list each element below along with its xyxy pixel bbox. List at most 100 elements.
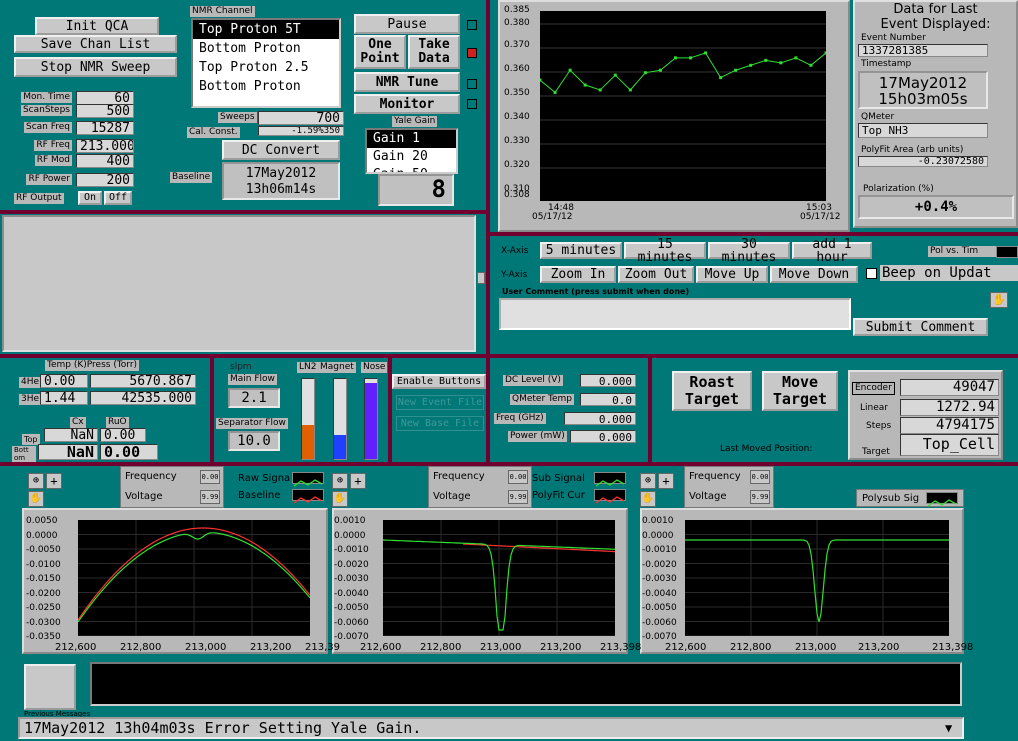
hand-icon[interactable]: ✋ xyxy=(990,292,1008,308)
polarization-display: +0.4% xyxy=(858,195,1014,219)
zoom-icon[interactable]: ⊕ xyxy=(640,473,656,489)
xaxis-add-hour-button[interactable]: add 1 hour xyxy=(792,238,872,264)
yaxis-move-up-button[interactable]: Move Up xyxy=(696,266,768,283)
trend-x-start-date: 05/17/12 xyxy=(532,212,573,222)
flow-units-label: slpm xyxy=(230,362,252,372)
param-value[interactable]: 60 xyxy=(76,91,134,105)
axis-format-icon[interactable]: 0.00 xyxy=(508,470,528,484)
legend-swatch xyxy=(594,489,626,504)
param-label: RF Mod xyxy=(34,155,72,166)
qmeter-info-value: 0.000 xyxy=(564,412,636,425)
yale-gain-item[interactable]: Gain 1 xyxy=(367,130,456,148)
take-data-button[interactable]: Take Data xyxy=(408,35,460,69)
nmr-tune-indicator xyxy=(467,79,477,89)
event-number-label: Event Number xyxy=(861,33,926,43)
one-point-button[interactable]: One Point xyxy=(354,35,406,69)
rf-on-button[interactable]: On xyxy=(78,191,102,205)
previous-messages-box[interactable] xyxy=(24,664,76,710)
trend-point xyxy=(598,88,602,92)
nmr-channel-item[interactable]: Top Proton 2.5 xyxy=(193,58,339,77)
nmr-channel-list[interactable]: Top Proton 5T Bottom Proton Top Proton 2… xyxy=(191,18,341,108)
hand-icon[interactable]: ✋ xyxy=(640,491,656,507)
graph3-y-tick: 0.0010 xyxy=(642,516,674,526)
divider-mid-left xyxy=(0,210,490,214)
param-value[interactable]: 500 xyxy=(76,104,134,118)
new-event-file-button[interactable]: New Event File xyxy=(396,395,484,410)
temp-3he-p: 42535.000 xyxy=(90,391,196,405)
qmeter-info-label: QMeter Temp xyxy=(510,394,574,405)
new-base-file-button[interactable]: New Base File xyxy=(396,416,484,431)
param-value[interactable]: 15287 xyxy=(76,121,134,135)
nmr-tune-button[interactable]: NMR Tune xyxy=(354,72,460,92)
axis-format-icon[interactable]: 9.99 xyxy=(508,490,528,504)
hand-icon[interactable]: ✋ xyxy=(332,491,348,507)
frequency-label: Frequency xyxy=(689,471,741,482)
param-value[interactable]: 213.000 xyxy=(76,139,134,153)
baseline-time: 13h06m14s xyxy=(245,182,317,197)
qmeter-info-label: DC Level (V) xyxy=(503,375,563,386)
rf-off-button[interactable]: Off xyxy=(104,191,132,205)
stop-nmr-sweep-button[interactable]: Stop NMR Sweep xyxy=(14,57,177,77)
status-dropdown-icon[interactable]: ▼ xyxy=(945,722,952,734)
divider-row2 xyxy=(0,354,1018,358)
voltage-label: Voltage xyxy=(125,491,163,502)
crosshair-icon[interactable]: + xyxy=(350,473,366,489)
axis-format-icon[interactable]: 0.00 xyxy=(200,470,220,484)
axis-format-icon[interactable]: 9.99 xyxy=(200,490,220,504)
param-label: ScanSteps xyxy=(20,105,72,116)
yaxis-zoom-out-button[interactable]: Zoom Out xyxy=(618,266,694,283)
timestamp-label: Timestamp xyxy=(861,59,912,69)
crosshair-icon[interactable]: + xyxy=(46,473,62,489)
nmr-channel-item[interactable]: Top Proton 5T xyxy=(193,20,339,39)
nmr-channel-item[interactable]: Bottom Proton xyxy=(193,39,339,58)
save-chan-list-button[interactable]: Save Chan List xyxy=(14,35,177,53)
dc-convert-button[interactable]: DC Convert xyxy=(222,140,340,160)
log-panel[interactable] xyxy=(2,215,476,352)
roast-target-button[interactable]: Roast Target xyxy=(672,371,752,411)
xaxis-5min-button[interactable]: 5 minutes xyxy=(540,242,622,259)
yale-gain-list[interactable]: Gain 1 Gain 20 Gain 50 xyxy=(365,128,458,174)
beep-checkbox[interactable] xyxy=(866,268,877,279)
legend-label: Sub Signal xyxy=(532,473,585,484)
xaxis-15min-button[interactable]: 15 minutes xyxy=(624,238,706,264)
trend-point xyxy=(553,90,557,94)
qmeter-label: QMeter xyxy=(861,112,895,122)
yaxis-label: Y-Axis xyxy=(501,270,528,280)
yaxis-move-down-button[interactable]: Move Down xyxy=(770,266,858,283)
log-scroll-handle[interactable] xyxy=(477,272,485,284)
axis-format-icon[interactable]: 9.99 xyxy=(750,490,770,504)
target-label: Target xyxy=(860,447,892,458)
submit-comment-button[interactable]: Submit Comment xyxy=(853,318,988,336)
enable-buttons-button[interactable]: Enable Buttons xyxy=(392,374,486,389)
yaxis-zoom-in-button[interactable]: Zoom In xyxy=(540,266,616,283)
move-target-button[interactable]: Move Target xyxy=(762,371,838,411)
legend-label: Raw Signa xyxy=(238,473,290,484)
monitor-button[interactable]: Monitor xyxy=(354,94,460,114)
trend-point xyxy=(613,73,617,77)
trend-point xyxy=(583,83,587,87)
nmr-channel-item[interactable]: Bottom Proton xyxy=(193,77,339,96)
param-value[interactable]: 400 xyxy=(76,154,134,168)
zoom-icon[interactable]: ⊕ xyxy=(28,473,44,489)
trend-y-tick: 0.330 xyxy=(504,136,530,146)
yale-gain-item[interactable]: Gain 20 xyxy=(367,148,456,166)
frequency-label: Frequency xyxy=(433,471,485,482)
axis-format-icon[interactable]: 0.00 xyxy=(750,470,770,484)
param-value[interactable]: 200 xyxy=(76,173,134,187)
xaxis-30min-button[interactable]: 30 minutes xyxy=(708,238,790,264)
divider-v-qmeter xyxy=(648,354,652,464)
crosshair-icon[interactable]: + xyxy=(658,473,674,489)
sep-flow-display: 10.0 xyxy=(228,431,280,451)
graph2-y-tick: -0.0020 xyxy=(334,559,369,570)
ruo-label: RuO xyxy=(106,417,129,428)
hand-icon[interactable]: ✋ xyxy=(28,491,44,507)
init-qca-button[interactable]: Init QCA xyxy=(35,17,159,35)
pause-button[interactable]: Pause xyxy=(354,14,460,34)
yale-gain-item[interactable]: Gain 50 xyxy=(367,166,456,172)
ln2-level-fill xyxy=(302,425,314,459)
zoom-icon[interactable]: ⊕ xyxy=(332,473,348,489)
magnet-level-bar xyxy=(333,378,347,460)
legend-label: Polysub Sig xyxy=(862,493,920,504)
user-comment-input[interactable] xyxy=(499,298,851,330)
graph1-x-tick: 212,800 xyxy=(120,642,162,653)
